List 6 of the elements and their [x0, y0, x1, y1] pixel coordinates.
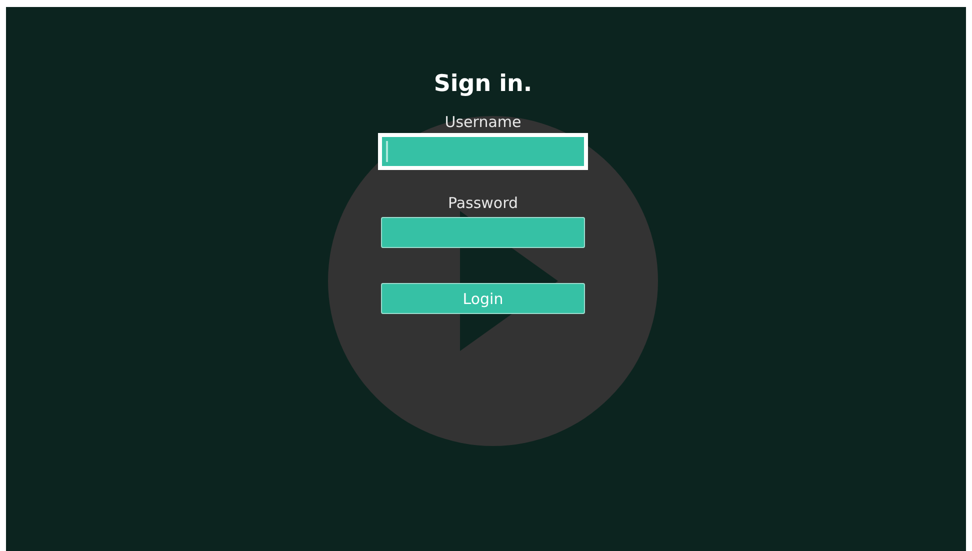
field-label: Username — [444, 113, 522, 131]
text-caret — [386, 141, 388, 162]
login-button[interactable]: Login — [381, 283, 585, 314]
field-label: Password — [448, 194, 518, 212]
input-field[interactable] — [381, 217, 585, 248]
sign-in-title: Sign in. — [434, 70, 532, 99]
